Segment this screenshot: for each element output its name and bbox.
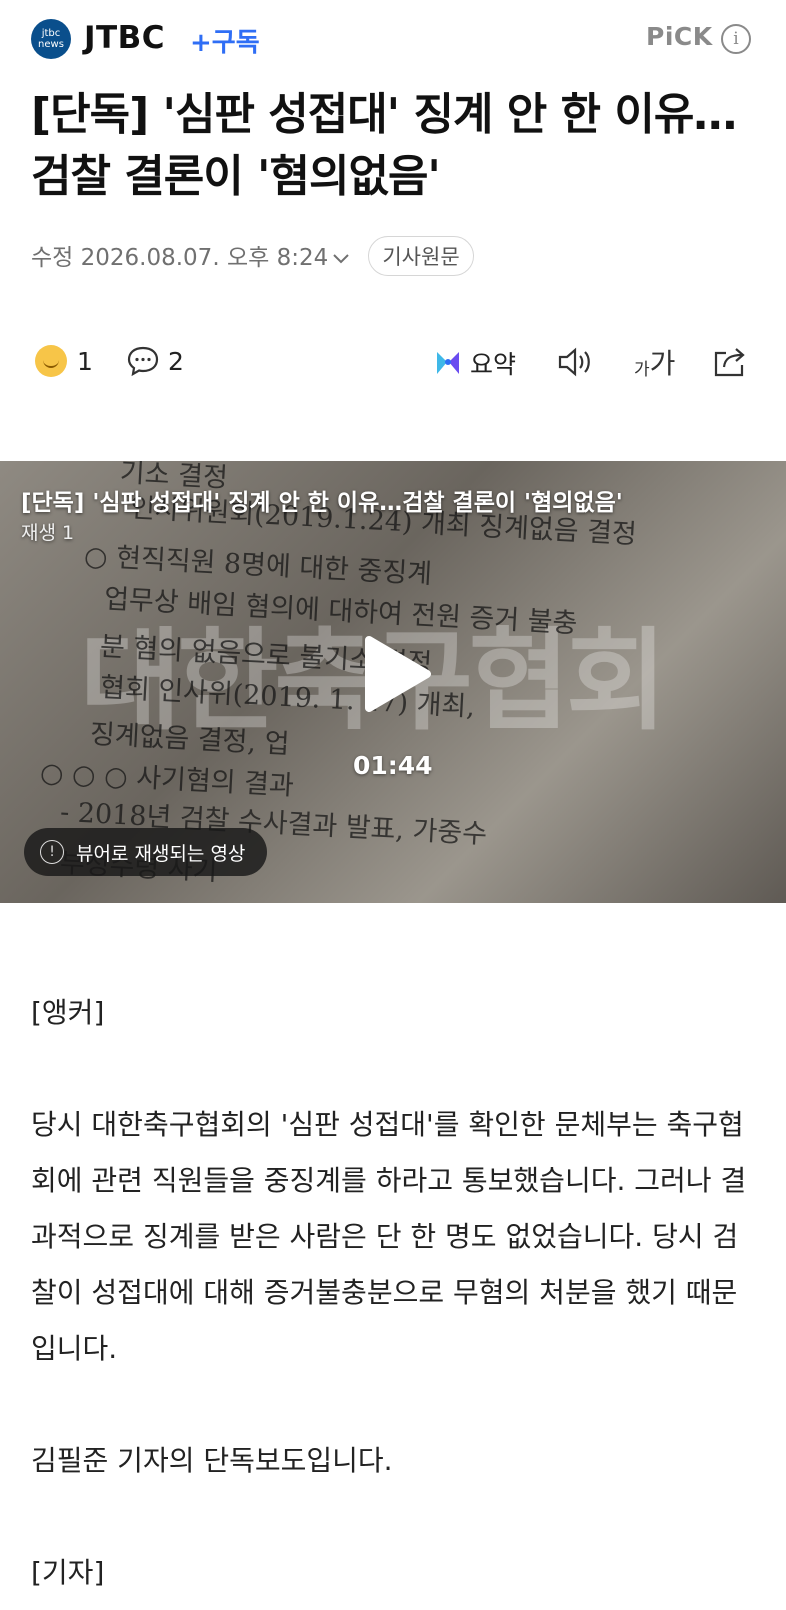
exclamation-icon: ! (40, 840, 64, 864)
pick-badge: PiCK (646, 22, 713, 51)
text-to-speech-button[interactable] (556, 345, 596, 379)
speaker-icon (558, 347, 590, 377)
chevron-down-icon[interactable] (332, 245, 350, 271)
comment-icon (127, 346, 159, 377)
video-view-count: 재생 1 (21, 522, 75, 544)
comment-button[interactable]: 2 (126, 345, 184, 377)
ai-summary-icon (437, 352, 459, 374)
summary-button[interactable]: 요약 (434, 345, 516, 381)
share-icon (714, 348, 745, 377)
press-name[interactable]: JTBC (84, 20, 165, 56)
video-title: [단독] '심판 성접대' 징계 안 한 이유…검찰 결론이 '혐의없음' (21, 490, 623, 516)
font-size-button[interactable]: 가 가 (634, 342, 675, 382)
body-paragraph: [기자] (31, 1556, 105, 1589)
share-button[interactable] (712, 345, 750, 379)
smile-emoji-icon (35, 345, 67, 377)
summary-label: 요약 (470, 350, 517, 379)
reaction-count: 1 (77, 346, 93, 376)
body-paragraph: [앵커] (31, 996, 105, 1029)
video-duration: 01:44 (353, 751, 433, 780)
play-icon[interactable] (355, 634, 435, 714)
body-paragraph: 당시 대한축구협회의 '심판 성접대'를 확인한 문체부는 축구협회에 관련 직… (31, 1108, 747, 1365)
font-size-small-label: 가 (634, 359, 650, 380)
viewer-notice-text: 뷰어로 재생되는 영상 (76, 842, 246, 865)
original-article-button[interactable]: 기사원문 (368, 236, 474, 276)
video-player[interactable]: 대한축구협회 기소 결정 인사위원회(2019.1.24) 개최 징계없음 결정… (0, 461, 786, 903)
font-size-large-label: 가 (649, 347, 676, 380)
logo-text-top: jtbc (41, 28, 61, 39)
body-paragraph: 김필준 기자의 단독보도입니다. (31, 1444, 393, 1477)
viewer-notice-badge: ! 뷰어로 재생되는 영상 (24, 828, 268, 876)
article-timestamp[interactable]: 수정 2026.08.07. 오후 8:24 (31, 238, 350, 272)
press-header: jtbc news JTBC +구독 PiCK i (0, 0, 786, 80)
subscribe-button[interactable]: +구독 (190, 22, 260, 59)
jtbc-logo[interactable]: jtbc news (31, 19, 71, 59)
article-title: [단독] '심판 성접대' 징계 안 한 이유…검찰 결론이 '혐의없음' (31, 89, 737, 202)
comment-count: 2 (168, 346, 184, 376)
info-icon[interactable]: i (721, 24, 751, 54)
timestamp-text: 수정 2026.08.07. 오후 8:24 (31, 245, 329, 271)
article-body: [앵커] 당시 대한축구협회의 '심판 성접대'를 확인한 문체부는 축구협회에… (31, 985, 761, 1601)
reaction-button[interactable]: 1 (35, 345, 93, 377)
logo-text-bottom: news (38, 39, 64, 50)
